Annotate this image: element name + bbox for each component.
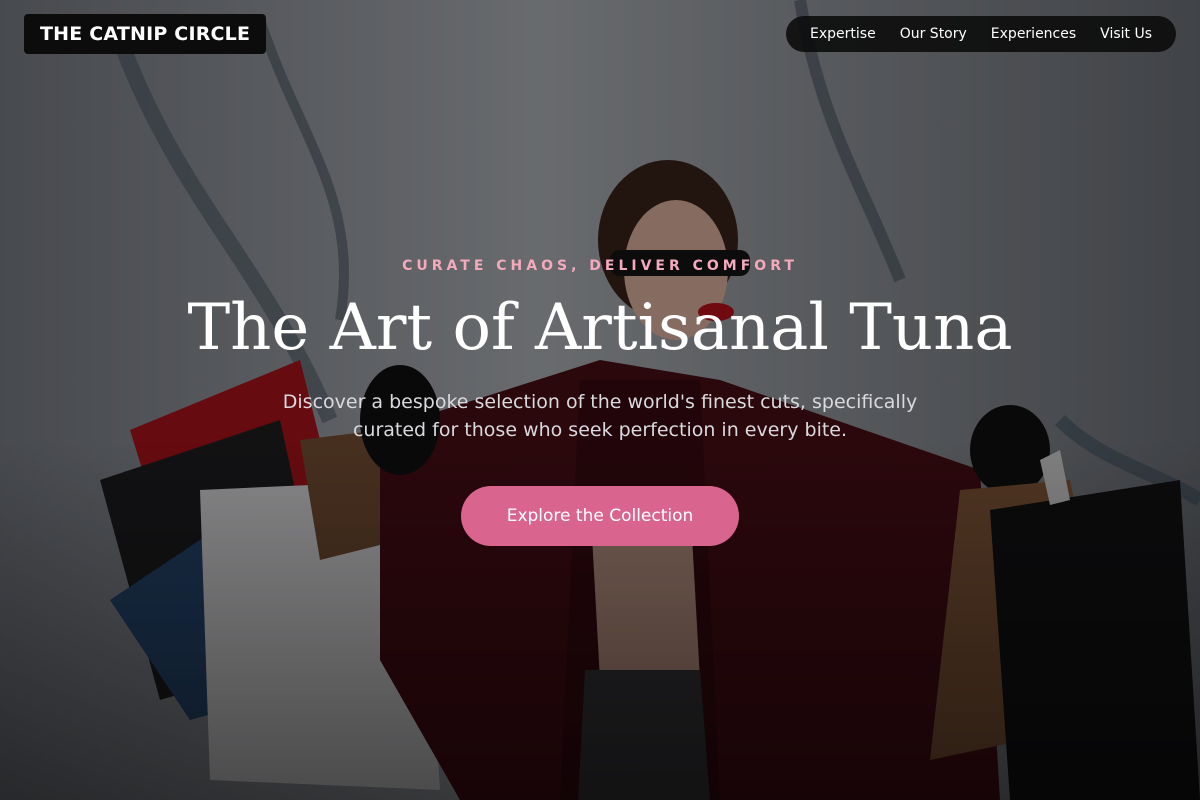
nav-link-expertise[interactable]: Expertise xyxy=(798,26,888,42)
main-nav: Expertise Our Story Experiences Visit Us xyxy=(786,16,1176,52)
hero-title: The Art of Artisanal Tuna xyxy=(187,291,1013,365)
explore-collection-button[interactable]: Explore the Collection xyxy=(461,486,739,546)
hero-content: CURATE CHAOS, DELIVER COMFORT The Art of… xyxy=(0,250,1200,546)
hero-subtitle: Discover a bespoke selection of the worl… xyxy=(282,391,918,441)
site-logo[interactable]: THE CATNIP CIRCLE xyxy=(24,14,267,54)
hero-section: THE CATNIP CIRCLE Expertise Our Story Ex… xyxy=(0,0,1200,800)
nav-link-experiences[interactable]: Experiences xyxy=(979,26,1088,42)
nav-link-our-story[interactable]: Our Story xyxy=(888,26,979,42)
nav-link-visit-us[interactable]: Visit Us xyxy=(1088,26,1164,42)
hero-eyebrow: CURATE CHAOS, DELIVER COMFORT xyxy=(402,258,798,274)
